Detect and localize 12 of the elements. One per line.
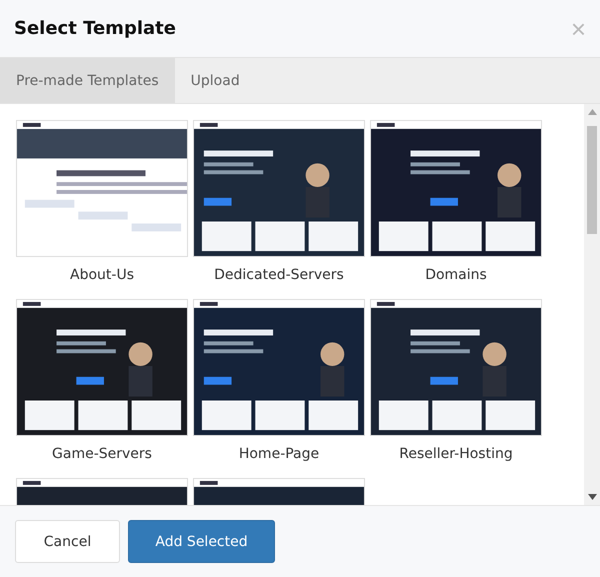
template-name: Dedicated-Servers [214, 267, 344, 283]
dialog-title: Select Template [14, 18, 176, 39]
template-name: Reseller-Hosting [399, 446, 513, 462]
template-name: Home-Page [238, 446, 320, 462]
scrollbar-thumb[interactable] [587, 126, 597, 234]
template-name: Game-Servers [52, 446, 152, 462]
template-name: About-Us [70, 267, 134, 283]
tab[interactable]: Pre-made Templates [0, 58, 175, 103]
template-name: Domains [425, 267, 487, 283]
down-arrow-icon[interactable] [588, 494, 596, 500]
add-selected-button[interactable]: Add Selected [128, 520, 275, 563]
cancel-button[interactable]: Cancel [15, 520, 120, 563]
